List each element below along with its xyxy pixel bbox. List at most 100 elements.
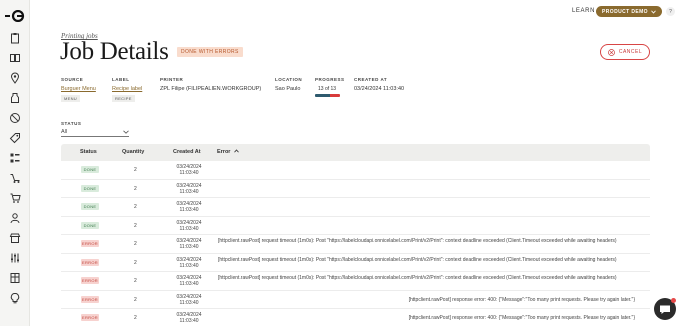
row-quantity: 2 [134,315,137,321]
app-logo[interactable] [5,10,25,22]
learn-link[interactable]: LEARN [572,8,595,14]
row-error: [httpclient.rawPost] request timeout (1m… [218,275,617,281]
cancel-label: CANCEL [618,49,643,55]
row-created-at: 03/24/2024 11:03:40 [173,294,205,306]
label-link[interactable]: Recipe label [112,86,142,92]
row-created-at: 03/24/2024 11:03:40 [173,275,205,287]
printer-label: PRINTER [160,77,184,82]
progress-label: PROGRESS [315,77,345,82]
row-error: [httpclient.rawPost] response error: 400… [408,315,635,321]
table-row: DONE 2 03/24/2024 11:03:40 [61,198,650,217]
row-quantity: 2 [134,222,137,229]
row-quantity: 2 [134,241,137,247]
table-row: ERROR 2 03/24/2024 11:03:40 [httpclient.rawP… [61,309,650,326]
user-icon[interactable] [9,212,21,224]
sort-up-icon [234,149,239,153]
tag-icon[interactable] [9,132,21,144]
col-quantity[interactable]: Quantity [122,149,144,155]
table-body: DONE 2 03/24/2024 11:03:40 DONE 2 03/24/2024 11… [61,161,650,326]
row-error: [httpclient.rawPost] response error: 400… [408,296,635,303]
table-row: ERROR 2 03/24/2024 11:03:40 [httpclient.rawP… [61,235,650,254]
row-quantity: 2 [134,204,137,210]
product-demo-label: PRODUCT DEMO [602,8,648,15]
source-link[interactable]: Burguer Menu [61,86,96,92]
jobs-table: Status Quantity Created At Error DONE 2 03… [61,144,650,326]
row-created-at: 03/24/2024 11:03:40 [173,183,205,195]
row-quantity: 2 [134,185,137,192]
row-error: [httpclient.rawPost] request timeout (1m… [218,238,617,244]
table-row: ERROR 2 03/24/2024 11:03:40 [httpclient.rawP… [61,272,650,291]
row-status-badge: ERROR [81,240,99,247]
row-time: 11:03:40 [179,170,199,176]
sliders-icon[interactable] [9,252,21,264]
row-created-at: 03/24/2024 11:03:40 [173,164,205,176]
row-time: 11:03:40 [179,318,199,324]
bottle-icon[interactable] [9,92,21,104]
row-created-at: 03/24/2024 11:03:40 [173,220,205,232]
no-allergen-icon[interactable] [9,112,21,124]
row-time: 11:03:40 [179,188,199,195]
row-quantity: 2 [134,167,137,173]
row-time: 11:03:40 [179,225,199,232]
row-time: 11:03:40 [179,281,199,287]
table-row: ERROR 2 03/24/2024 11:03:40 [httpclient.rawP… [61,254,650,272]
chevron-down-icon [123,130,129,134]
status-filter-label: STATUS [61,121,82,126]
building-icon[interactable] [9,272,21,284]
table-row: DONE 2 03/24/2024 11:03:40 [61,180,650,198]
row-quantity: 2 [134,259,137,266]
row-created-at: 03/24/2024 11:03:40 [173,257,205,269]
store-icon[interactable] [9,232,21,244]
row-time: 11:03:40 [179,262,199,269]
location-pin-icon[interactable] [9,72,21,84]
cancel-circle-icon [607,48,615,56]
col-created-at[interactable]: Created At [173,149,201,155]
row-created-at: 03/24/2024 11:03:40 [173,312,205,324]
label-tag: RECIPE [112,95,135,102]
created-at-value: 03/24/2024 11:03:40 [354,86,405,92]
source-tag: MENU [61,95,80,102]
notification-badge [671,298,676,303]
table-row: ERROR 2 03/24/2024 11:03:40 [httpclient.rawP… [61,291,650,309]
cart-icon[interactable] [9,192,21,204]
row-quantity: 2 [134,296,137,303]
help-button[interactable]: ? [666,7,675,16]
row-status-badge: ERROR [81,314,99,321]
row-status-badge: DONE [81,221,99,229]
col-error[interactable]: Error [217,149,239,155]
created-at-label: CREATED AT [354,77,388,82]
table-header: Status Quantity Created At Error [61,144,650,161]
product-demo-button[interactable]: PRODUCT DEMO [596,6,662,17]
status-badge: DONE WITH ERRORS [177,47,243,57]
clipboard-icon[interactable] [9,32,21,44]
page-title: Job Details [60,38,169,65]
printer-value: ZPL Filipe (FILIPEALIEN.WORKGROUP) [160,86,262,92]
col-status[interactable]: Status [80,149,97,155]
row-time: 11:03:40 [179,207,199,213]
row-status-badge: DONE [81,184,99,192]
label-label: LABEL [112,77,130,82]
status-filter-value: All [61,129,68,135]
row-status-badge: DONE [81,203,99,210]
location-label: LOCATION [275,77,303,82]
book-icon[interactable] [9,52,21,64]
row-created-at: 03/24/2024 11:03:40 [173,238,205,250]
chat-icon [660,305,670,314]
progress-done-segment [315,94,330,97]
row-created-at: 03/24/2024 11:03:40 [173,201,205,213]
chevron-down-icon [651,10,656,14]
location-value: Sao Paulo [275,86,301,92]
row-status-badge: ERROR [81,258,99,266]
source-label: SOURCE [61,77,84,82]
row-status-badge: ERROR [81,277,99,284]
bulb-icon[interactable] [9,292,21,304]
progress-value: 13 of 13 [318,86,337,92]
row-error: [httpclient.rawPost] request timeout (1m… [218,256,617,263]
status-filter-select[interactable]: All [61,128,129,137]
row-time: 11:03:40 [179,299,199,306]
table-row: DONE 2 03/24/2024 11:03:40 [61,161,650,180]
grid-list-icon[interactable] [9,152,21,164]
row-time: 11:03:40 [179,244,199,250]
delivery-icon[interactable] [9,172,21,184]
cancel-button[interactable]: CANCEL [600,44,650,60]
